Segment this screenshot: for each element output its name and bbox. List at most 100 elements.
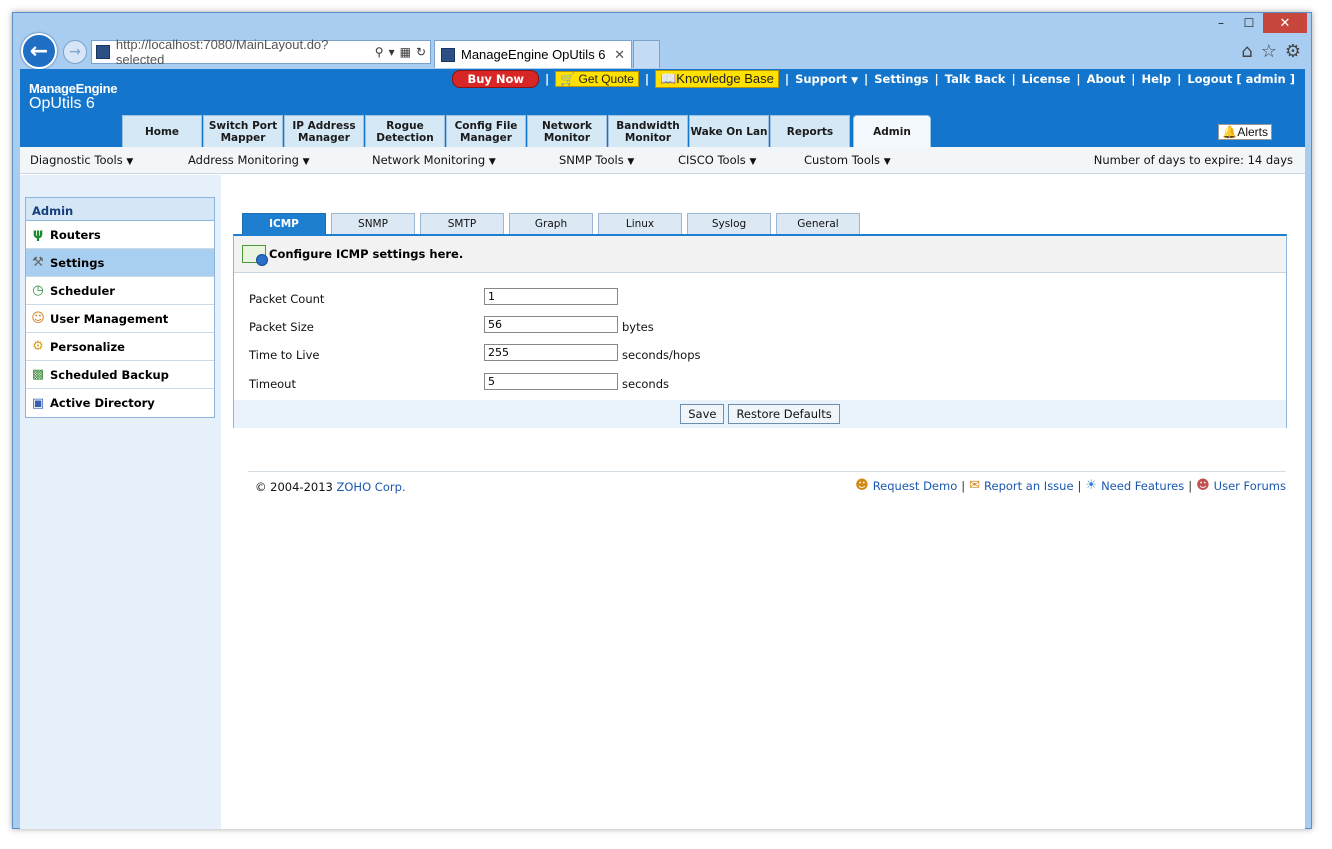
address-monitoring-label: Address Monitoring (188, 153, 299, 167)
sidebar-item-label: Scheduler (50, 283, 115, 298)
logo-brand: ManageEngine (29, 81, 118, 96)
get-quote-label: Get Quote (578, 72, 634, 86)
chevron-down-icon: ▼ (627, 157, 635, 167)
minimize-button[interactable]: – (1207, 13, 1235, 33)
chevron-down-icon: ▼ (851, 76, 859, 86)
separator: | (545, 72, 550, 86)
tab-ip-address-manager[interactable]: IP Address Manager (284, 115, 364, 147)
restore-defaults-button[interactable]: Restore Defaults (728, 404, 840, 424)
alerts-button[interactable]: 🔔Alerts (1218, 124, 1272, 140)
knowledge-base-label: Knowledge Base (676, 71, 774, 86)
time-to-live-field[interactable] (484, 344, 618, 361)
packet-count-field[interactable] (484, 288, 618, 305)
close-window-button[interactable]: ✕ (1263, 13, 1307, 33)
panel-heading: Configure ICMP settings here. (269, 247, 464, 261)
license-link[interactable]: License (1022, 72, 1071, 86)
tab-admin[interactable]: Admin (853, 115, 931, 148)
tab-config-file-manager[interactable]: Config File Manager (446, 115, 526, 147)
snmp-tools-menu[interactable]: SNMP Tools ▼ (559, 153, 634, 167)
tab-bandwidth-monitor[interactable]: Bandwidth Monitor (608, 115, 688, 147)
dropdown-icon[interactable]: ▾ (389, 45, 395, 59)
favorites-star-icon[interactable]: ☆ (1261, 41, 1277, 62)
tab-rogue-detection[interactable]: Rogue Detection (365, 115, 445, 147)
tab-close-icon[interactable]: ✕ (614, 47, 625, 63)
help-link[interactable]: Help (1142, 72, 1172, 86)
network-window-icon (242, 245, 268, 266)
address-bar[interactable]: http://localhost:7080/MainLayout.do?sele… (91, 37, 431, 67)
chevron-down-icon: ▼ (126, 157, 134, 167)
zoho-link[interactable]: ZOHO Corp. (337, 480, 406, 494)
tab-network-monitor[interactable]: Network Monitor (527, 115, 607, 147)
router-icon: ψ (32, 227, 44, 242)
users-icon: ☺ (31, 311, 45, 326)
sub-nav: Diagnostic Tools ▼ Address Monitoring ▼ … (20, 147, 1305, 174)
tab-graph[interactable]: Graph (509, 213, 593, 234)
sidebar-item-scheduler[interactable]: ◷ Scheduler (26, 277, 214, 305)
new-tab-button[interactable] (633, 40, 660, 68)
browser-window: – ☐ ✕ ← → http://localhost:7080/MainLayo… (12, 12, 1312, 829)
user-forums-link[interactable]: User Forums (1214, 479, 1286, 493)
tab-general[interactable]: General (776, 213, 860, 234)
main-content: ICMP SNMP SMTP Graph Linux Syslog Genera… (221, 175, 1305, 829)
tab-favicon-icon (441, 47, 455, 62)
sidebar-item-personalize[interactable]: ⚙ Personalize (26, 333, 214, 361)
tab-snmp[interactable]: SNMP (331, 213, 415, 234)
network-monitoring-menu[interactable]: Network Monitoring ▼ (372, 153, 496, 167)
sidebar-item-label: User Management (50, 311, 169, 326)
time-to-live-label: Time to Live (249, 348, 320, 362)
sidebar-item-settings[interactable]: ⚒ Settings (26, 249, 214, 277)
search-icon[interactable]: ⚲ (375, 45, 384, 59)
sidebar-item-routers[interactable]: ψ Routers (26, 221, 214, 249)
cisco-tools-label: CISCO Tools (678, 153, 746, 167)
address-text[interactable]: http://localhost:7080/MainLayout.do?sele… (116, 37, 375, 67)
timeout-unit: seconds (622, 377, 670, 391)
custom-tools-label: Custom Tools (804, 153, 881, 167)
get-quote-button[interactable]: 🛒 Get Quote (555, 71, 639, 87)
custom-tools-menu[interactable]: Custom Tools ▼ (804, 153, 891, 167)
packet-size-field[interactable] (484, 316, 618, 333)
sidebar-item-active-directory[interactable]: ▣ Active Directory (26, 389, 214, 417)
demo-user-icon: ☻ (855, 478, 869, 493)
talk-back-link[interactable]: Talk Back (945, 72, 1006, 86)
tab-icmp[interactable]: ICMP (242, 213, 326, 234)
tab-home[interactable]: Home (122, 115, 202, 147)
tab-smtp[interactable]: SMTP (420, 213, 504, 234)
maximize-button[interactable]: ☐ (1235, 13, 1263, 33)
tab-switch-port-mapper[interactable]: Switch Port Mapper (203, 115, 283, 147)
back-arrow-icon[interactable]: ← (21, 33, 57, 69)
home-icon[interactable]: ⌂ (1241, 41, 1252, 62)
logout-link[interactable]: Logout [ admin ] (1187, 72, 1295, 86)
tab-linux[interactable]: Linux (598, 213, 682, 234)
forward-arrow-icon[interactable]: → (63, 40, 87, 64)
tab-syslog[interactable]: Syslog (687, 213, 771, 234)
lightbulb-icon: ☀ (1085, 478, 1098, 493)
packet-size-unit: bytes (622, 320, 654, 334)
settings-link[interactable]: Settings (874, 72, 928, 86)
request-demo-link[interactable]: Request Demo (873, 479, 958, 493)
gear-icon[interactable]: ⚙ (1285, 41, 1301, 62)
compat-view-icon[interactable]: ▦ (400, 45, 411, 59)
timeout-field[interactable] (484, 373, 618, 390)
knowledge-base-button[interactable]: 📖Knowledge Base (655, 70, 779, 88)
diagnostic-tools-label: Diagnostic Tools (30, 153, 123, 167)
chevron-down-icon: ▼ (883, 157, 891, 167)
address-monitoring-menu[interactable]: Address Monitoring ▼ (188, 153, 310, 167)
tab-wake-on-lan[interactable]: Wake On Lan (689, 115, 769, 147)
sidebar-item-user-management[interactable]: ☺ User Management (26, 305, 214, 333)
sidebar-item-scheduled-backup[interactable]: ▩ Scheduled Backup (26, 361, 214, 389)
cisco-tools-menu[interactable]: CISCO Tools ▼ (678, 153, 756, 167)
chevron-down-icon: ▼ (488, 157, 496, 167)
save-button[interactable]: Save (680, 404, 725, 424)
report-issue-link[interactable]: Report an Issue (984, 479, 1074, 493)
about-link[interactable]: About (1087, 72, 1126, 86)
sidebar: Admin ψ Routers ⚒ Settings ◷ Scheduler ☺… (20, 175, 221, 829)
tab-reports[interactable]: Reports (770, 115, 850, 147)
site-favicon-icon (96, 45, 110, 59)
diagnostic-tools-menu[interactable]: Diagnostic Tools ▼ (30, 153, 133, 167)
need-features-link[interactable]: Need Features (1101, 479, 1184, 493)
browser-tab[interactable]: ManageEngine OpUtils 6 ✕ (434, 40, 632, 68)
panel-header: Configure ICMP settings here. (234, 236, 1286, 273)
support-menu[interactable]: Support ▼ (795, 72, 858, 86)
refresh-icon[interactable]: ↻ (416, 45, 426, 59)
buy-now-button[interactable]: Buy Now (452, 70, 540, 88)
